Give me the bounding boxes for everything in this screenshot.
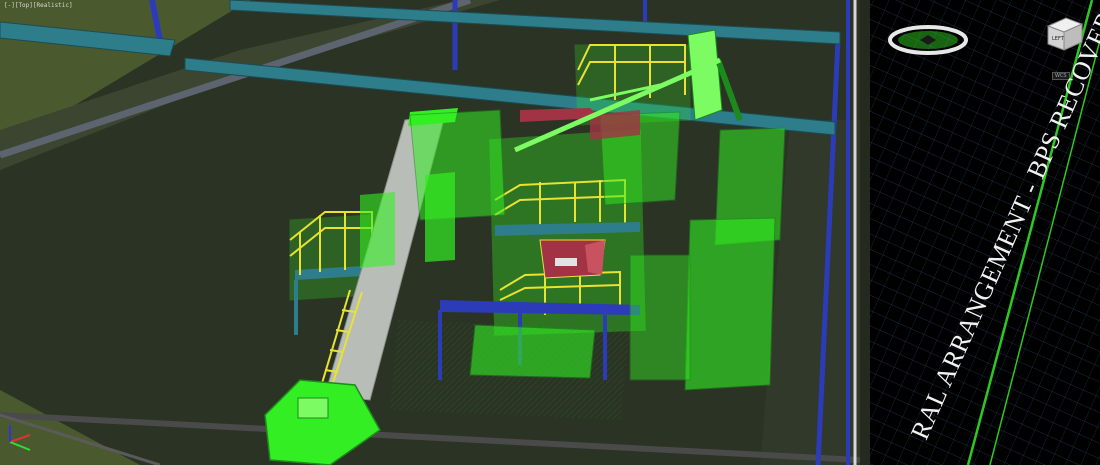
left-equipment <box>360 192 395 268</box>
feeder-side <box>585 240 605 275</box>
cyclone-unit <box>629 254 691 381</box>
viewcube-face-label[interactable]: LEFT <box>1052 36 1064 42</box>
feeder-label-plate <box>555 258 577 266</box>
storage-bins <box>469 324 596 379</box>
viewport-control-label[interactable]: [-][Top][Realistic] <box>4 2 73 9</box>
hopper-box <box>297 397 329 419</box>
crusher-unit <box>425 172 455 262</box>
baghouse <box>684 217 776 391</box>
drawing-viewport[interactable]: [-][Top][Realistic] LEFT WCS RAL ARRANGE… <box>0 0 1100 465</box>
screen-unit <box>409 109 506 221</box>
